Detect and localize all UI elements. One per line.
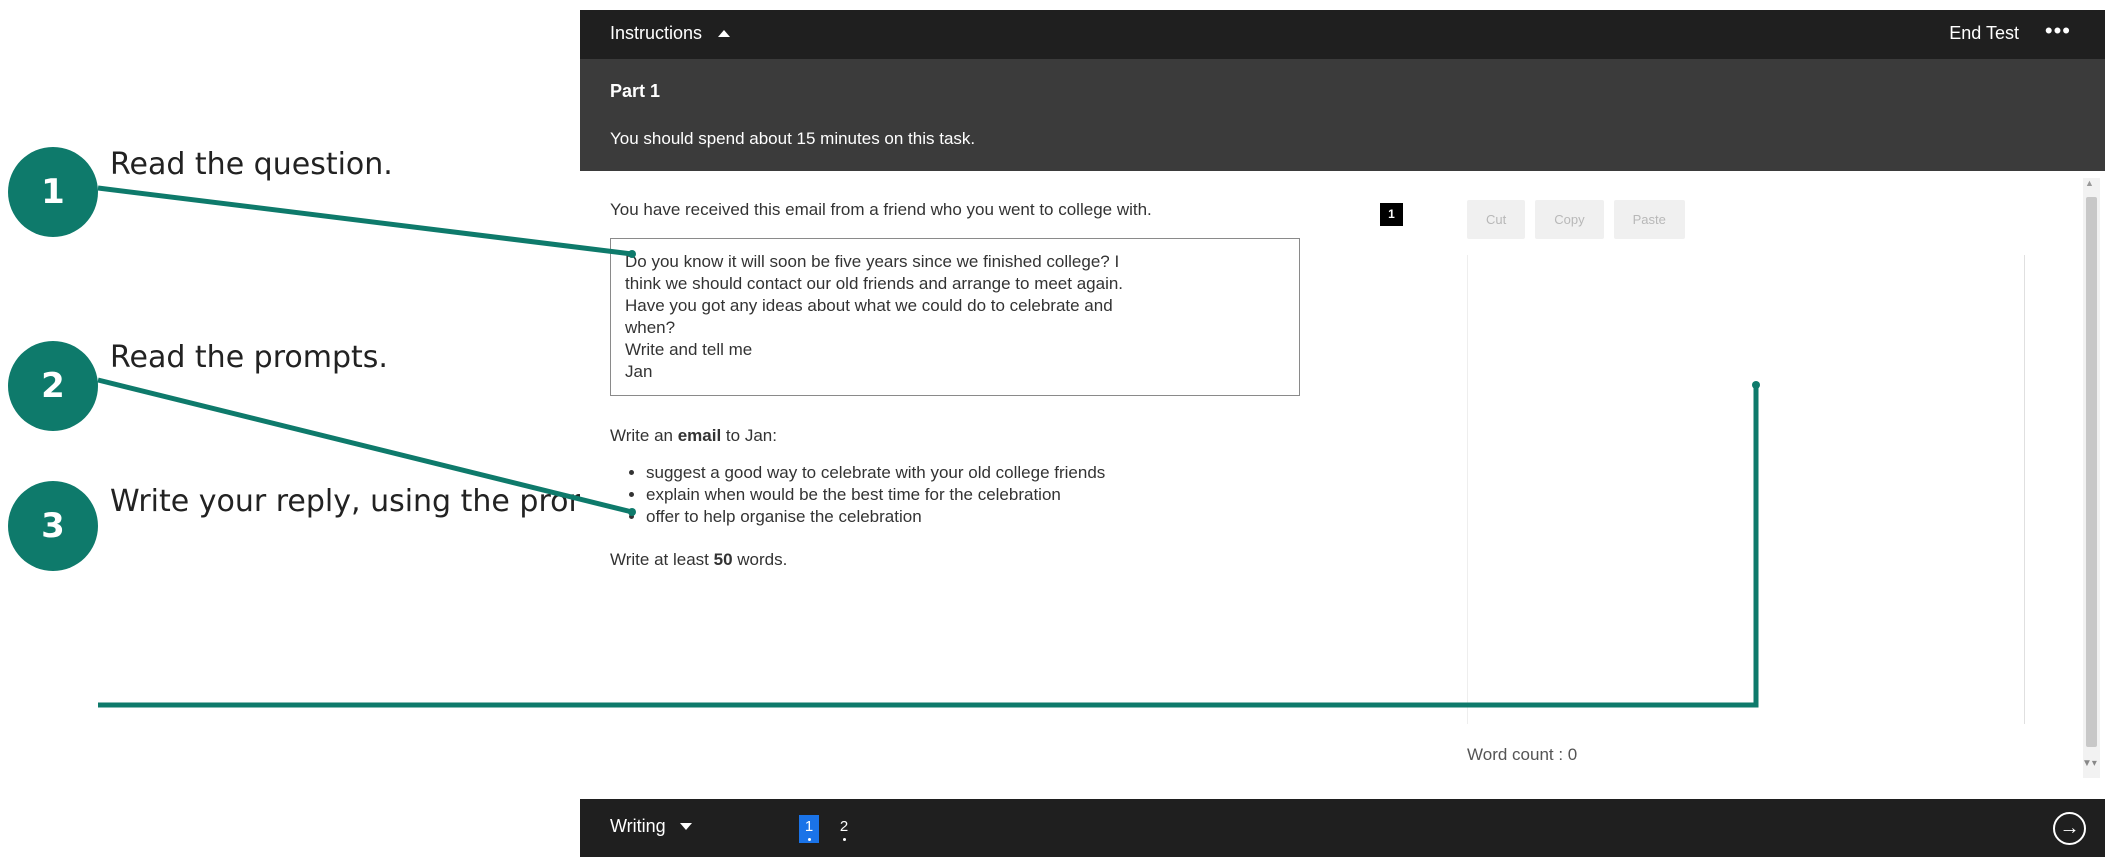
step-2-badge: 2 — [8, 341, 98, 431]
prompts-list: suggest a good way to celebrate with you… — [610, 462, 1310, 528]
caret-down-icon — [679, 823, 692, 830]
step-1-label: Read the question. — [110, 147, 393, 182]
email-line: Write and tell me — [625, 340, 753, 359]
prompt-item: explain when would be the best time for … — [646, 484, 1310, 506]
step-2-number: 2 — [41, 366, 65, 406]
part-title: Part 1 — [610, 81, 661, 101]
min-words: Write at least 50 words. — [610, 550, 1310, 570]
end-test-button[interactable]: End Test — [1949, 23, 2019, 44]
cut-button[interactable]: Cut — [1467, 200, 1526, 239]
question-number-badge: 1 — [1380, 203, 1403, 226]
step-3-label: Write your reply, using the prompts. — [110, 484, 654, 519]
copy-button[interactable]: Copy — [1535, 200, 1604, 239]
word-count: Word count : 0 — [1467, 745, 1578, 764]
email-box: Do you know it will soon be five years s… — [610, 238, 1300, 396]
next-arrow-icon[interactable]: → — [2053, 812, 2086, 845]
step-3-badge: 3 — [8, 481, 98, 571]
write-bold: email — [677, 426, 722, 445]
paste-button[interactable]: Paste — [1613, 200, 1685, 239]
step-2-label: Read the prompts. — [110, 340, 388, 375]
task-intro: You have received this email from a frie… — [610, 200, 1152, 219]
instructions-label: Instructions — [610, 23, 703, 43]
min-post: words. — [732, 550, 788, 569]
email-line: when? — [625, 318, 676, 337]
write-pre: Write an — [610, 426, 678, 445]
page-2-button[interactable]: 2 — [834, 815, 854, 843]
step-1-number: 1 — [41, 172, 65, 212]
next-glyph: → — [2059, 817, 2080, 839]
min-bold: 50 — [713, 550, 733, 569]
page-2-label: 2 — [839, 818, 849, 835]
answer-textarea[interactable] — [1467, 255, 2025, 724]
email-line: Do you know it will soon be five years s… — [625, 252, 1120, 271]
prompt-item: suggest a good way to celebrate with you… — [646, 462, 1310, 484]
edit-toolbar: Cut Copy Paste — [1467, 200, 1685, 239]
scroll-down-icon[interactable]: ▼▾ — [2082, 758, 2097, 769]
part-header: Part 1 You should spend about 15 minutes… — [580, 59, 2105, 171]
write-post: to Jan: — [721, 426, 777, 445]
page-dot-icon — [843, 838, 846, 841]
scrollbar-thumb[interactable] — [2086, 197, 2097, 747]
page-1-button[interactable]: 1 — [799, 815, 819, 843]
scroll-up-icon[interactable]: ▲ — [2085, 178, 2094, 188]
connector-1 — [97, 185, 636, 258]
step-3-number: 3 — [41, 506, 65, 546]
prompt-item: offer to help organise the celebration — [646, 506, 1310, 528]
email-line: Have you got any ideas about what we cou… — [625, 296, 1113, 315]
page-1-label: 1 — [804, 818, 814, 835]
email-line: think we should contact our old friends … — [625, 274, 1124, 293]
caret-up-icon — [718, 30, 731, 37]
test-app: Instructions End Test ••• Part 1 You sho… — [580, 10, 2105, 857]
email-line: Jan — [625, 362, 653, 381]
section-label: Writing — [610, 816, 666, 836]
section-selector[interactable]: Writing — [610, 816, 692, 837]
min-pre: Write at least — [610, 550, 714, 569]
instructions-toggle[interactable]: Instructions — [610, 23, 731, 44]
step-1-badge: 1 — [8, 147, 98, 237]
part-subtitle: You should spend about 15 minutes on thi… — [610, 129, 976, 148]
question-panel: You have received this email from a frie… — [610, 200, 1310, 570]
top-bar: Instructions End Test ••• — [580, 10, 2105, 59]
page-dot-icon — [808, 838, 811, 841]
bottom-bar: Writing 1 2 → — [580, 799, 2105, 857]
more-options-icon[interactable]: ••• — [2045, 18, 2071, 44]
write-instruction: Write an email to Jan: — [610, 426, 1310, 446]
